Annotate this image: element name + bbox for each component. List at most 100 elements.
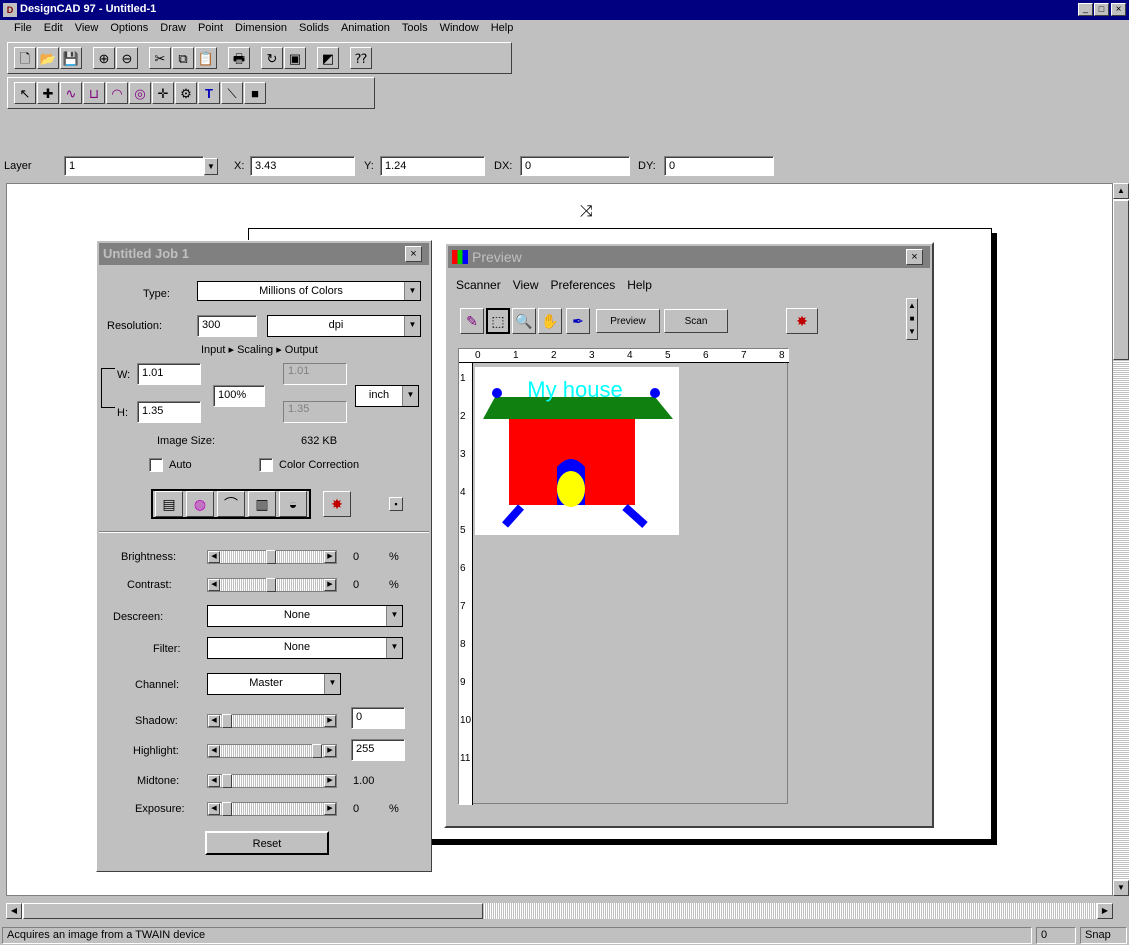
scroll-down-icon[interactable]: ▼ bbox=[1113, 880, 1129, 896]
scan-button[interactable]: Scan bbox=[664, 309, 728, 333]
preview-close-icon[interactable]: × bbox=[906, 249, 923, 265]
curve-icon[interactable]: ∿ bbox=[60, 82, 82, 104]
reset-button[interactable]: Reset bbox=[205, 831, 329, 855]
descreen-select[interactable]: None ▼ bbox=[207, 605, 403, 627]
horizontal-scrollbar[interactable]: ◀ ▶ bbox=[6, 903, 1113, 919]
midtone-thumb[interactable] bbox=[222, 774, 232, 788]
contrast-thumb[interactable] bbox=[266, 578, 276, 592]
menu-view[interactable]: View bbox=[75, 22, 99, 34]
zoom-out-icon[interactable]: ⊖ bbox=[116, 47, 138, 69]
circle-icon[interactable]: ◎ bbox=[129, 82, 151, 104]
shadow-thumb[interactable] bbox=[222, 714, 232, 728]
highlight-slider[interactable]: ◀ ▶ bbox=[207, 744, 337, 758]
box-icon[interactable]: ⊔ bbox=[83, 82, 105, 104]
eye-icon[interactable]: ◒ bbox=[279, 491, 307, 517]
hand-pan-icon[interactable]: ✋ bbox=[538, 308, 562, 334]
menu-edit[interactable]: Edit bbox=[44, 22, 63, 34]
exposure-thumb[interactable] bbox=[222, 802, 232, 816]
preview-menu-preferences[interactable]: Preferences bbox=[551, 278, 616, 292]
preview-menu-scanner[interactable]: Scanner bbox=[456, 278, 501, 292]
redraw-icon[interactable]: ↻ bbox=[261, 47, 283, 69]
color-wheel-icon[interactable]: ◍ bbox=[186, 491, 214, 517]
layer-dropdown-icon[interactable]: ▼ bbox=[204, 158, 218, 175]
cross-icon[interactable]: ✛ bbox=[152, 82, 174, 104]
x-coordinate-field[interactable]: 3.43 bbox=[250, 156, 355, 176]
color-swatch-icon[interactable]: ■ bbox=[244, 82, 266, 104]
horizontal-scroll-thumb[interactable] bbox=[23, 903, 483, 919]
dy-field[interactable]: 0 bbox=[664, 156, 774, 176]
exposure-slider[interactable]: ◀ ▶ bbox=[207, 802, 337, 816]
acquire-image-icon[interactable]: ◩ bbox=[317, 47, 339, 69]
window-icon[interactable]: ▣ bbox=[284, 47, 306, 69]
zoom-in-icon[interactable]: ⊕ bbox=[93, 47, 115, 69]
preview-scan-area[interactable]: 0 1 2 3 4 5 6 7 8 1 2 3 4 5 6 7 8 9 10 11 My house bbox=[458, 348, 789, 805]
menu-animation[interactable]: Animation bbox=[341, 22, 390, 34]
resolution-input[interactable]: 300 bbox=[197, 315, 257, 337]
close-button[interactable]: × bbox=[1111, 3, 1126, 16]
link-bracket-icon[interactable] bbox=[101, 368, 115, 408]
scroll-right-icon[interactable]: ▶ bbox=[1097, 903, 1113, 919]
vertical-scroll-thumb[interactable] bbox=[1113, 200, 1129, 360]
auto-checkbox[interactable] bbox=[149, 458, 163, 472]
highlight-input[interactable]: 255 bbox=[351, 739, 405, 761]
layer-combo[interactable]: 1 bbox=[64, 156, 204, 176]
scan-color-icon[interactable]: ✸ bbox=[323, 491, 351, 517]
contrast-slider[interactable]: ◀ ▶ bbox=[207, 578, 337, 592]
menu-tools[interactable]: Tools bbox=[402, 22, 428, 34]
scroll-left-icon[interactable]: ◀ bbox=[6, 903, 22, 919]
levels-icon[interactable]: ▤ bbox=[155, 491, 183, 517]
menu-file[interactable]: File bbox=[14, 22, 32, 34]
height-input[interactable]: 1.35 bbox=[137, 401, 201, 423]
preview-menu-view[interactable]: View bbox=[513, 278, 539, 292]
menu-solids[interactable]: Solids bbox=[299, 22, 329, 34]
marquee-select-icon[interactable]: ⬚ bbox=[486, 308, 510, 334]
menu-help[interactable]: Help bbox=[491, 22, 514, 34]
highlight-thumb[interactable] bbox=[312, 744, 322, 758]
cut-icon[interactable]: ✂ bbox=[149, 47, 171, 69]
type-select[interactable]: Millions of Colors ▼ bbox=[197, 281, 421, 301]
brightness-thumb[interactable] bbox=[266, 550, 276, 564]
scanner-select-icon[interactable]: ✎ bbox=[460, 308, 484, 334]
expand-panel-icon[interactable]: ▪ bbox=[389, 497, 403, 511]
paste-icon[interactable]: 📋 bbox=[195, 47, 217, 69]
scanner-device-icon[interactable]: ✸ bbox=[786, 308, 818, 334]
text-icon[interactable]: T bbox=[198, 82, 220, 104]
shadow-slider[interactable]: ◀ ▶ bbox=[207, 714, 337, 728]
print-icon[interactable]: 🖶 bbox=[228, 47, 250, 69]
zoom-icon[interactable]: 🔍 bbox=[512, 308, 536, 334]
select-arrow-icon[interactable]: ↖ bbox=[14, 82, 36, 104]
midtone-slider[interactable]: ◀ ▶ bbox=[207, 774, 337, 788]
arc-icon[interactable]: ◠ bbox=[106, 82, 128, 104]
maximize-button[interactable]: □ bbox=[1094, 3, 1109, 16]
menu-options[interactable]: Options bbox=[110, 22, 148, 34]
new-file-icon[interactable]: 🗋 bbox=[14, 47, 36, 69]
scale-input[interactable]: 100% bbox=[213, 385, 265, 407]
width-input[interactable]: 1.01 bbox=[137, 363, 201, 385]
menu-window[interactable]: Window bbox=[440, 22, 479, 34]
vertical-scrollbar[interactable]: ▲ ▼ bbox=[1113, 183, 1129, 896]
channel-select[interactable]: Master ▼ bbox=[207, 673, 341, 695]
help-pointer-icon[interactable]: ⁇ bbox=[350, 47, 372, 69]
curves-icon[interactable]: ⌒ bbox=[217, 491, 245, 517]
resolution-unit-select[interactable]: dpi ▼ bbox=[267, 315, 421, 337]
filter-select[interactable]: None ▼ bbox=[207, 637, 403, 659]
preview-button[interactable]: Preview bbox=[596, 309, 660, 333]
menu-draw[interactable]: Draw bbox=[160, 22, 186, 34]
color-correction-checkbox[interactable] bbox=[259, 458, 273, 472]
brightness-slider[interactable]: ◀ ▶ bbox=[207, 550, 337, 564]
histogram-icon[interactable]: ▥ bbox=[248, 491, 276, 517]
copy-icon[interactable]: ⧉ bbox=[172, 47, 194, 69]
eyedropper-icon[interactable]: ✒ bbox=[566, 308, 590, 334]
scan-job-close-icon[interactable]: × bbox=[405, 246, 422, 262]
shadow-input[interactable]: 0 bbox=[351, 707, 405, 729]
app-icon[interactable]: D bbox=[3, 3, 17, 17]
units-select[interactable]: inch ▼ bbox=[355, 385, 419, 407]
save-icon[interactable]: 💾 bbox=[60, 47, 82, 69]
line-icon[interactable]: ⟍ bbox=[221, 82, 243, 104]
dx-field[interactable]: 0 bbox=[520, 156, 630, 176]
open-file-icon[interactable]: 📂 bbox=[37, 47, 59, 69]
scroll-up-icon[interactable]: ▲ bbox=[1113, 183, 1129, 199]
gear-icon[interactable]: ⚙ bbox=[175, 82, 197, 104]
preview-menu-help[interactable]: Help bbox=[627, 278, 652, 292]
y-coordinate-field[interactable]: 1.24 bbox=[380, 156, 485, 176]
